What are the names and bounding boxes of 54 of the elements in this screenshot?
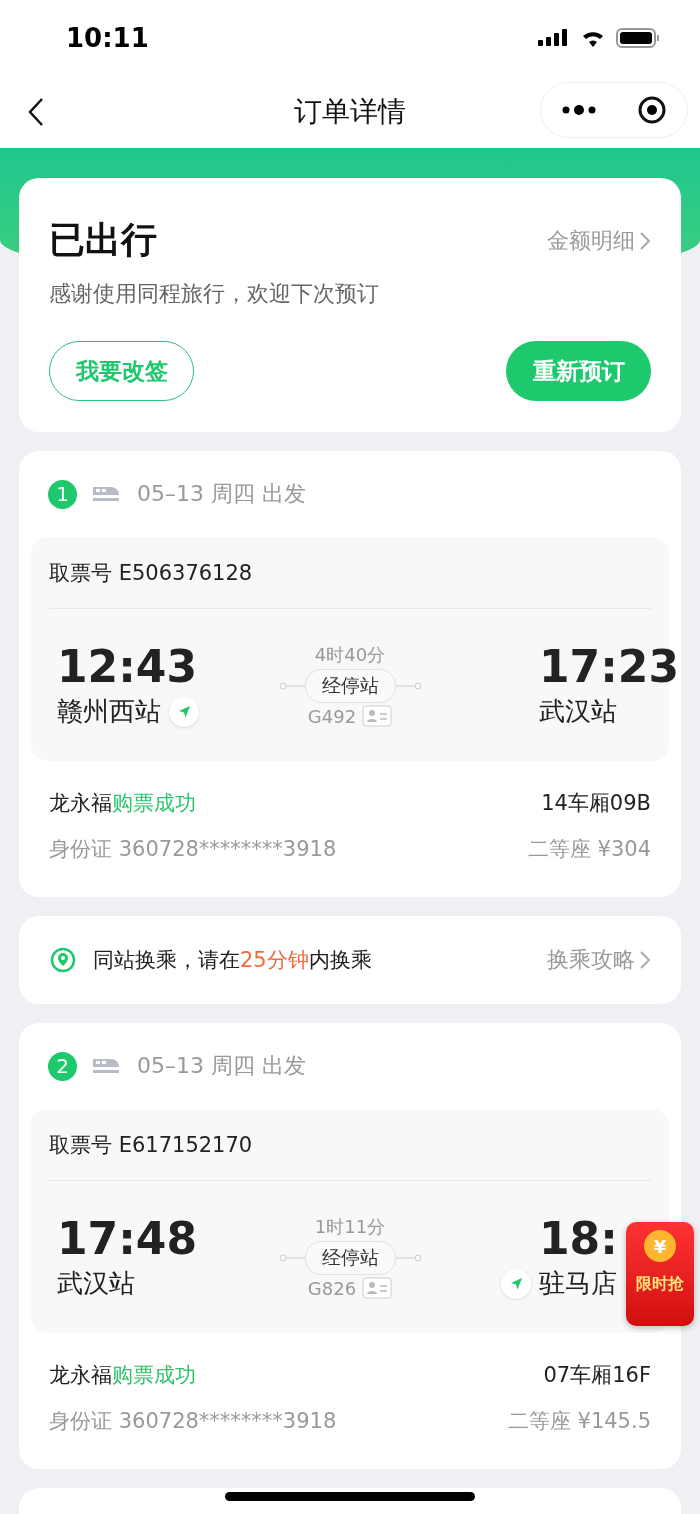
id-card-icon — [362, 1277, 393, 1299]
train-number: G492 — [307, 705, 357, 727]
passenger-status: 龙永福购票成功 — [49, 790, 196, 817]
duration: 1时11分 — [314, 1215, 386, 1239]
segment-number: 1 — [48, 479, 77, 509]
connector-icon — [278, 1254, 305, 1262]
more-icon[interactable] — [561, 105, 596, 115]
transfer-guide-link[interactable]: 换乘攻略 — [547, 945, 651, 975]
station-name: 武汉站 — [57, 1267, 135, 1300]
connector-icon — [395, 682, 422, 690]
train-icon — [91, 484, 121, 504]
departure-date: 05–13 周四 出发 — [137, 1052, 306, 1080]
chevron-right-icon — [639, 950, 651, 970]
time: 18: — [539, 1213, 618, 1264]
time: 12:43 — [57, 641, 198, 692]
station-name: 武汉站 — [539, 695, 617, 728]
connector-icon — [278, 682, 305, 690]
page-title: 订单详情 — [294, 93, 406, 130]
transfer-notice: 同站换乘，请在25分钟内换乘 — [93, 947, 372, 974]
seat-price: 二等座 ¥304 — [527, 836, 651, 863]
seat-number: 14车厢09B — [541, 790, 651, 817]
stops-link[interactable]: 经停站 — [304, 669, 396, 703]
pickup-number: 取票号 E506376128 — [49, 537, 651, 609]
change-ticket-button[interactable]: 我要改签 — [49, 341, 194, 401]
time: 17:23 — [539, 641, 680, 692]
transfer-location-icon — [49, 946, 77, 974]
chevron-right-icon — [639, 230, 651, 251]
id-card-icon — [362, 705, 393, 727]
seat-price: 二等座 ¥145.5 — [507, 1408, 651, 1435]
duration: 4时40分 — [314, 643, 386, 667]
target-icon[interactable] — [636, 95, 667, 125]
signal-icon — [538, 27, 570, 48]
train-icon — [91, 1056, 121, 1076]
seat-number: 07车厢16F — [543, 1362, 651, 1389]
order-status: 已出行 — [49, 218, 157, 262]
train-number: G826 — [307, 1277, 357, 1299]
status-time: 10:11 — [66, 22, 149, 53]
battery-icon — [616, 26, 660, 49]
station-name: 赣州西站 — [57, 695, 161, 728]
rebook-button[interactable]: 重新预订 — [506, 341, 651, 401]
time: 17:48 — [57, 1213, 198, 1264]
connector-icon — [395, 1254, 422, 1262]
station-name: 驻马店 — [539, 1267, 617, 1300]
segment-number: 2 — [48, 1051, 77, 1081]
stops-link[interactable]: 经停站 — [304, 1241, 396, 1275]
id-number: 身份证 360728********3918 — [49, 1408, 337, 1435]
amount-detail-link[interactable]: 金额明细 — [547, 225, 651, 256]
thank-you-message: 感谢使用同程旅行，欢迎下次预订 — [49, 280, 380, 308]
back-icon[interactable] — [26, 97, 46, 127]
passenger-status: 龙永福购票成功 — [49, 1362, 196, 1389]
promo-envelope[interactable]: ¥ 限时抢 — [626, 1222, 694, 1326]
pickup-number: 取票号 E617152170 — [49, 1109, 651, 1181]
departure-date: 05–13 周四 出发 — [137, 480, 306, 508]
id-number: 身份证 360728********3918 — [49, 836, 337, 863]
